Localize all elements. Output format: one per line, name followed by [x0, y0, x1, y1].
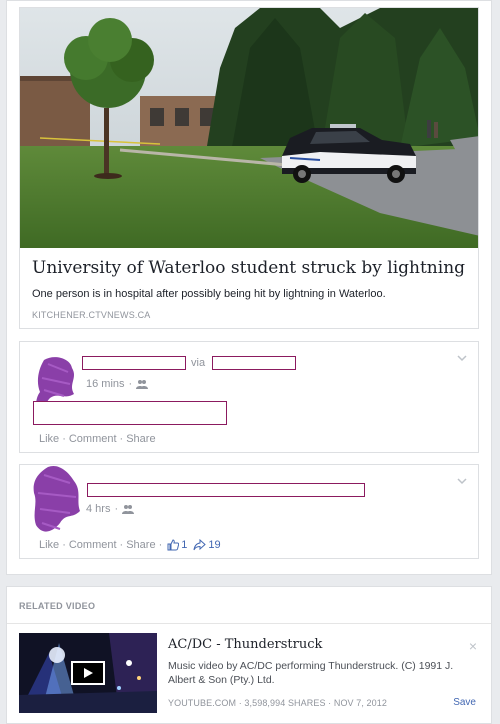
link-domain: KITCHENER.CTVNEWS.CA: [32, 310, 151, 320]
like-link[interactable]: Like: [39, 539, 59, 551]
related-video-card: RELATED VIDEO AC/DC - Thunderstruck × Mu…: [6, 586, 492, 724]
comment-meta: 16 mins ·: [86, 378, 149, 390]
friends-icon[interactable]: [136, 379, 149, 389]
thumbs-up-icon: [167, 539, 180, 551]
link-preview[interactable]: University of Waterloo student struck by…: [19, 7, 479, 329]
comment: 4 hrs · Like · Comment · Share · 1 19: [19, 464, 479, 559]
redacted-app: [212, 356, 296, 370]
comment: via 16 mins · Like · Comment · Share: [19, 341, 479, 453]
video-meta: YOUTUBE.COM · 3,598,994 SHARES · NOV 7, …: [168, 698, 387, 708]
chevron-down-icon[interactable]: [456, 352, 468, 364]
redacted-name: [82, 356, 186, 370]
comment-meta: 4 hrs ·: [86, 503, 135, 515]
play-icon: [84, 668, 93, 678]
comment-actions: Like · Comment · Share · 1 19: [39, 539, 221, 551]
like-count[interactable]: 1: [167, 539, 187, 551]
like-link[interactable]: Like: [39, 433, 59, 445]
link-share-card: University of Waterloo student struck by…: [6, 0, 492, 575]
redacted-avatar: [33, 465, 80, 532]
redacted-comment-text: [33, 401, 227, 425]
save-button[interactable]: Save: [453, 697, 476, 708]
friends-icon[interactable]: [122, 504, 135, 514]
comment-time[interactable]: 4 hrs: [86, 503, 110, 515]
redacted-comment-text: [87, 483, 365, 497]
divider: [7, 623, 491, 624]
comment-actions: Like · Comment · Share: [39, 433, 156, 445]
section-label: RELATED VIDEO: [19, 601, 96, 611]
link-description: One person is in hospital after possibly…: [32, 288, 386, 300]
close-icon[interactable]: ×: [469, 639, 477, 653]
comment-link[interactable]: Comment: [69, 539, 117, 551]
comment-link[interactable]: Comment: [69, 433, 117, 445]
play-button[interactable]: [71, 661, 105, 685]
comment-time[interactable]: 16 mins: [86, 378, 125, 390]
share-count[interactable]: 19: [193, 539, 221, 551]
video-thumbnail[interactable]: [19, 633, 157, 713]
via-label: via: [191, 357, 206, 369]
share-link[interactable]: Share: [126, 539, 155, 551]
chevron-down-icon[interactable]: [456, 475, 468, 487]
news-photo[interactable]: [20, 8, 478, 248]
link-headline[interactable]: University of Waterloo student struck by…: [32, 258, 465, 278]
video-title[interactable]: AC/DC - Thunderstruck: [168, 637, 322, 652]
share-link[interactable]: Share: [126, 433, 155, 445]
video-description: Music video by AC/DC performing Thunders…: [168, 660, 454, 686]
share-arrow-icon: [193, 539, 207, 551]
